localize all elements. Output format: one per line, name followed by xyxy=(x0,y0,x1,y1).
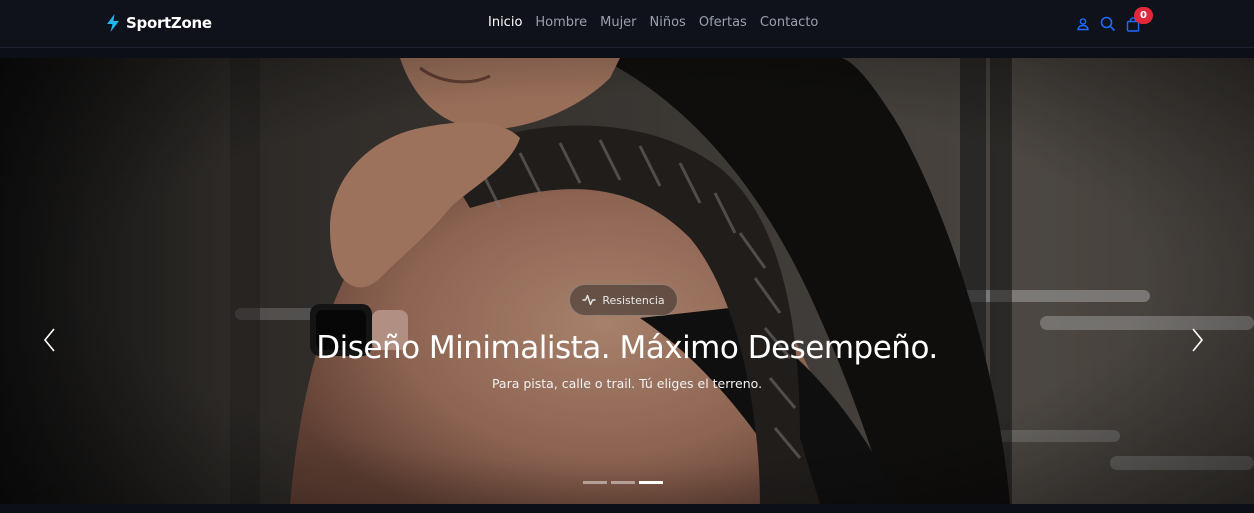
brand-logo[interactable]: SportZone xyxy=(106,12,212,34)
navbar: SportZone Inicio Hombre Mujer Niños Ofer… xyxy=(0,0,1254,48)
chevron-right-icon xyxy=(1185,326,1209,354)
nav-actions: 0 xyxy=(1076,6,1153,33)
carousel-indicator-1[interactable] xyxy=(583,481,607,484)
nav-link-inicio[interactable]: Inicio xyxy=(488,14,522,32)
carousel-next-button[interactable] xyxy=(1185,326,1209,354)
chevron-left-icon xyxy=(38,326,62,354)
nav-link-mujer[interactable]: Mujer xyxy=(600,14,636,32)
carousel-indicators xyxy=(583,481,663,484)
main-nav: Inicio Hombre Mujer Niños Ofertas Contac… xyxy=(488,14,818,32)
user-icon[interactable] xyxy=(1076,17,1090,31)
hero-carousel: Resistencia Diseño Minimalista. Máximo D… xyxy=(0,58,1254,504)
page-bottom-strip xyxy=(0,504,1254,513)
hero-badge-label: Resistencia xyxy=(602,293,665,307)
nav-link-contacto[interactable]: Contacto xyxy=(760,14,819,32)
carousel-indicator-3[interactable] xyxy=(639,481,663,484)
cart-count-badge: 0 xyxy=(1134,6,1153,24)
carousel-prev-button[interactable] xyxy=(38,326,62,354)
nav-link-hombre[interactable]: Hombre xyxy=(535,14,587,32)
hero-category-badge: Resistencia xyxy=(569,284,678,316)
hero-title: Diseño Minimalista. Máximo Desempeño. xyxy=(316,330,938,366)
search-icon[interactable] xyxy=(1100,16,1116,32)
cart-button[interactable]: 0 xyxy=(1126,6,1153,32)
carousel-indicator-2[interactable] xyxy=(611,481,635,484)
lightning-bolt-icon xyxy=(106,14,120,32)
nav-link-ofertas[interactable]: Ofertas xyxy=(699,14,747,32)
hero-overlay xyxy=(0,58,1254,504)
activity-pulse-icon xyxy=(582,294,596,306)
hero-subtitle: Para pista, calle o trail. Tú eliges el … xyxy=(491,376,763,391)
nav-link-ninos[interactable]: Niños xyxy=(650,14,686,32)
brand-name: SportZone xyxy=(126,14,212,32)
